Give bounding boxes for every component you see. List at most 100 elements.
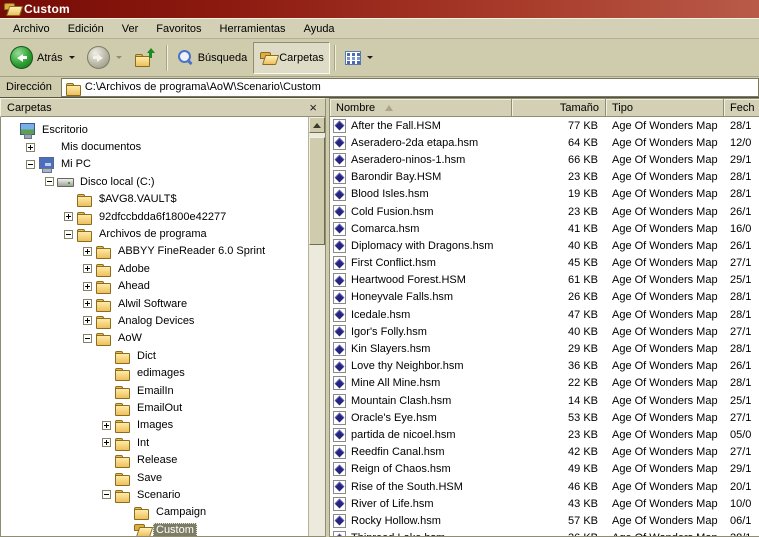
menu-ver[interactable]: Ver — [113, 20, 148, 38]
file-row[interactable]: Rise of the South.HSM 46 KB Age Of Wonders… — [330, 478, 759, 495]
file-name-cell: Diplomacy with Dragons.hsm — [330, 238, 512, 253]
tree-item-escritorio[interactable]: Escritorio — [1, 121, 308, 139]
file-date: 29/1 — [730, 153, 752, 166]
file-row[interactable]: Igor's Folly.hsm 40 KB Age Of Wonders Map 2… — [330, 323, 759, 340]
file-name: Reedfin Canal.hsm — [351, 446, 445, 459]
tree-item-campaign[interactable]: Campaign — [1, 504, 308, 521]
menu-ayuda[interactable]: Ayuda — [295, 20, 344, 38]
up-icon — [134, 47, 156, 67]
file-row[interactable]: Love thy Neighbor.hsm 36 KB Age Of Wonders… — [330, 358, 759, 375]
tree-item-edimages[interactable]: edimages — [1, 364, 308, 382]
tree-item-abbyy-finereader-6-0-sprint[interactable]: ABBYY FineReader 6.0 Sprint — [1, 243, 308, 260]
tree-item--avg8-vault-[interactable]: $AVG8.VAULT$ — [1, 191, 308, 208]
file-row[interactable]: Thinreed Lake.hsm 36 KBAge Of Wonders Map… — [330, 530, 759, 536]
menu-herramientas[interactable]: Herramientas — [211, 20, 295, 38]
collapse-minus-icon[interactable] — [82, 333, 92, 343]
file-row[interactable]: Honeyvale Falls.hsm 26 KB Age Of Wonders M… — [330, 289, 759, 306]
tree-item-mi-pc[interactable]: Mi PC — [1, 156, 308, 174]
folders-button[interactable]: Carpetas — [253, 41, 330, 74]
collapse-minus-icon[interactable] — [63, 229, 73, 239]
file-row[interactable]: Icedale.hsm 47 KB Age Of Wonders Map 28/1 — [330, 306, 759, 323]
tree-item-alwil-software[interactable]: Alwil Software — [1, 295, 308, 312]
expand-plus-icon[interactable] — [63, 212, 73, 222]
search-button[interactable]: Búsqueda — [171, 42, 254, 74]
back-button[interactable]: Atrás — [4, 42, 81, 74]
collapse-minus-icon[interactable] — [25, 159, 35, 169]
file-row[interactable]: Blood Isles.hsm 19 KB Age Of Wonders Map 28… — [330, 186, 759, 203]
back-dropdown-icon[interactable] — [68, 56, 75, 59]
expand-plus-icon[interactable] — [82, 281, 92, 291]
file-name: Igor's Folly.hsm — [351, 325, 427, 338]
collapse-minus-icon[interactable] — [44, 177, 54, 187]
window-title: Custom — [24, 2, 70, 16]
expand-plus-icon[interactable] — [82, 316, 92, 326]
folder-icon — [95, 243, 111, 260]
column-header-fecha[interactable]: Fech — [724, 99, 759, 116]
file-row[interactable]: River of Life.hsm 43 KB Age Of Wonders Map… — [330, 495, 759, 512]
views-dropdown-icon[interactable] — [366, 56, 373, 59]
forward-dropdown-icon[interactable] — [115, 56, 122, 59]
scrollbar-thumb[interactable] — [309, 137, 325, 245]
scroll-up-icon[interactable] — [309, 117, 325, 133]
menu-favoritos[interactable]: Favoritos — [147, 20, 210, 38]
file-row[interactable]: First Conflict.hsm 45 KB Age Of Wonders Ma… — [330, 255, 759, 272]
file-row[interactable]: Aseradero-2da etapa.hsm 64 KB Age Of Wonde… — [330, 134, 759, 151]
file-row[interactable]: Comarca.hsm 41 KB Age Of Wonders Map 16/0 — [330, 220, 759, 237]
forward-button[interactable] — [81, 42, 128, 74]
file-row[interactable]: Reign of Chaos.hsm 49 KB Age Of Wonders Ma… — [330, 461, 759, 478]
tree-item-release[interactable]: Release — [1, 451, 308, 469]
tree-item-int[interactable]: Int — [1, 434, 308, 451]
views-button[interactable] — [339, 42, 379, 74]
collapse-minus-icon[interactable] — [101, 490, 111, 500]
file-row[interactable]: Diplomacy with Dragons.hsm 40 KB Age Of Wo… — [330, 237, 759, 254]
file-row[interactable]: Aseradero-ninos-1.hsm 66 KB Age Of Wonders… — [330, 151, 759, 168]
file-row[interactable]: partida de nicoel.hsm 23 KB Age Of Wonders… — [330, 426, 759, 443]
file-size: 26 KB — [568, 291, 598, 304]
tree-item-scenario[interactable]: Scenario — [1, 486, 308, 503]
column-header-tamano[interactable]: Tamaño — [512, 99, 606, 116]
file-date: 26/1 — [730, 239, 752, 252]
tree-item-archivos-de-programa[interactable]: Archivos de programa — [1, 225, 308, 243]
up-button[interactable] — [128, 42, 162, 74]
column-header-nombre[interactable]: Nombre — [330, 99, 512, 116]
tree-item-images[interactable]: Images — [1, 417, 308, 434]
tree-item-save[interactable]: Save — [1, 469, 308, 486]
tree-item-custom[interactable]: Custom — [1, 521, 308, 536]
file-row[interactable]: Mine All Mine.hsm 22 KB Age Of Wonders Map… — [330, 375, 759, 392]
expand-plus-icon[interactable] — [82, 299, 92, 309]
close-icon[interactable]: × — [307, 101, 319, 114]
tree-item-ahead[interactable]: Ahead — [1, 278, 308, 295]
file-row[interactable]: Oracle's Eye.hsm 53 KB Age Of Wonders Map 2… — [330, 409, 759, 426]
tree-item-92dfccbdda6f1800e42277[interactable]: 92dfccbdda6f1800e42277 — [1, 208, 308, 225]
tree-scrollbar[interactable] — [308, 117, 325, 536]
tree-item-aow[interactable]: AoW — [1, 330, 308, 347]
file-row[interactable]: Heartwood Forest.HSM 61 KB Age Of Wonders … — [330, 272, 759, 289]
tree-item-dict[interactable]: Dict — [1, 347, 308, 364]
file-name: Comarca.hsm — [351, 222, 420, 235]
column-header-tipo[interactable]: Tipo — [606, 99, 724, 116]
menu-edicion[interactable]: Edición — [59, 20, 113, 38]
tree-item-emailin[interactable]: EmailIn — [1, 382, 308, 399]
expand-plus-icon[interactable] — [101, 420, 111, 430]
tree-item-adobe[interactable]: Adobe — [1, 260, 308, 277]
file-date: 26/1 — [730, 360, 752, 373]
file-row[interactable]: Barondir Bay.HSM 23 KB Age Of Wonders Map 2… — [330, 169, 759, 186]
tree-item-analog-devices[interactable]: Analog Devices — [1, 312, 308, 329]
address-input[interactable]: C:\Archivos de programa\AoW\Scenario\Cus… — [60, 77, 759, 97]
expand-plus-icon[interactable] — [101, 438, 111, 448]
file-date: 28/1 — [730, 308, 752, 321]
file-row[interactable]: Mountain Clash.hsm 14 KB Age Of Wonders Ma… — [330, 392, 759, 409]
expand-plus-icon[interactable] — [82, 264, 92, 274]
tree-item-emailout[interactable]: EmailOut — [1, 399, 308, 416]
menu-archivo[interactable]: Archivo — [4, 20, 59, 38]
file-row[interactable]: Reedfin Canal.hsm 42 KB Age Of Wonders Map… — [330, 444, 759, 461]
expand-plus-icon[interactable] — [25, 142, 35, 152]
file-row[interactable]: Rocky Hollow.hsm 57 KB Age Of Wonders Map 0… — [330, 512, 759, 529]
file-size: 40 KB — [568, 239, 598, 252]
file-row[interactable]: Cold Fusion.hsm 23 KB Age Of Wonders Map 26… — [330, 203, 759, 220]
file-row[interactable]: Kin Slayers.hsm 29 KB Age Of Wonders Map 28… — [330, 340, 759, 357]
file-row[interactable]: After the Fall.HSM 77 KB Age Of Wonders Ma… — [330, 117, 759, 134]
tree-item-disco-local-c-[interactable]: Disco local (C:) — [1, 173, 308, 190]
expand-plus-icon[interactable] — [82, 246, 92, 256]
tree-item-mis-documentos[interactable]: Mis documentos — [1, 138, 308, 155]
